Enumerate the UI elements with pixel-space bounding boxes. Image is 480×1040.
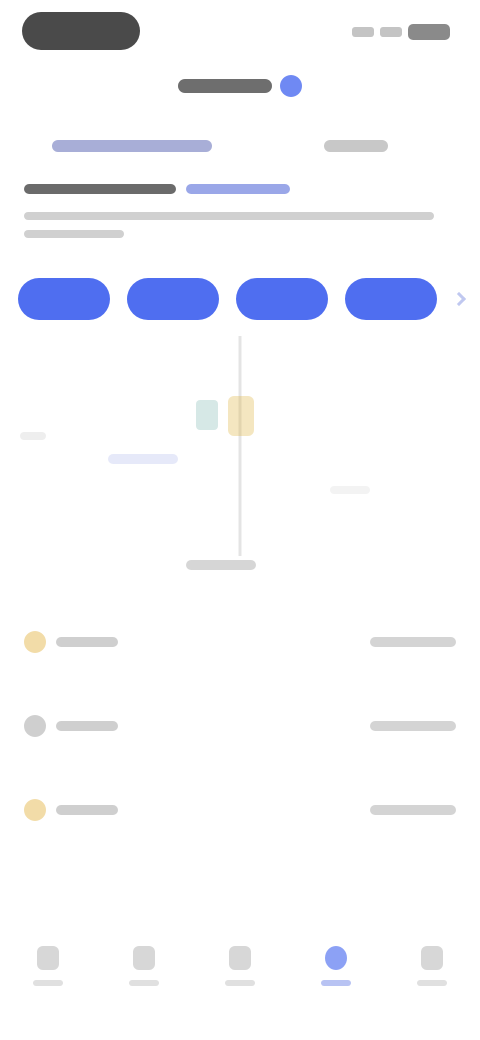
- tabbar-home[interactable]: [18, 946, 78, 1016]
- action-row: [18, 278, 480, 322]
- action-button-3[interactable]: [236, 278, 328, 320]
- action-button-2[interactable]: [127, 278, 219, 320]
- chart-legend-blur: [108, 454, 178, 464]
- summary-description: [24, 212, 454, 220]
- bottom-tab-bar: [0, 930, 480, 1040]
- chart-tick-right: [330, 486, 370, 494]
- asset-row[interactable]: [0, 600, 480, 684]
- balance-summary: [24, 184, 454, 238]
- action-button-1[interactable]: [18, 278, 110, 320]
- chart-marker-left: [196, 400, 218, 430]
- verified-badge-icon[interactable]: [280, 75, 302, 97]
- portfolio-chart: [0, 336, 480, 586]
- coin-icon: [24, 631, 46, 653]
- segment-tabs: [40, 132, 440, 162]
- signal-icon: [352, 27, 374, 37]
- coin-icon: [24, 715, 46, 737]
- tabbar-profile[interactable]: [402, 946, 462, 1016]
- battery-icon: [408, 24, 450, 40]
- asset-value: [370, 637, 456, 647]
- chart-tick-left: [20, 432, 46, 440]
- chart-caption-bar: [186, 560, 256, 570]
- summary-description-line2: [24, 230, 124, 238]
- chevron-right-icon: [451, 291, 467, 307]
- asset-row[interactable]: [0, 684, 480, 768]
- balance-change: [186, 184, 290, 194]
- tab-secondary[interactable]: [324, 140, 388, 152]
- chart-svg: [20, 336, 370, 556]
- nav-header: [0, 66, 480, 106]
- asset-value: [370, 721, 456, 731]
- asset-name: [56, 805, 118, 815]
- balance-headline: [24, 184, 176, 194]
- status-icons: [352, 24, 450, 40]
- wifi-icon: [380, 27, 402, 37]
- scroll-more[interactable]: [451, 278, 478, 320]
- dynamic-island: [22, 12, 140, 50]
- asset-row[interactable]: [0, 768, 480, 852]
- tabbar-wallet[interactable]: [306, 946, 366, 1016]
- chart-marker-center: [228, 396, 254, 436]
- chart-icon: [133, 946, 155, 970]
- coin-icon: [24, 799, 46, 821]
- home-icon: [37, 946, 59, 970]
- tabbar-trade[interactable]: [210, 946, 270, 1016]
- tab-primary[interactable]: [52, 140, 212, 152]
- page-title: [178, 79, 272, 93]
- wallet-icon: [325, 946, 347, 970]
- action-button-4[interactable]: [345, 278, 437, 320]
- asset-name: [56, 721, 118, 731]
- swap-icon: [229, 946, 251, 970]
- asset-name: [56, 637, 118, 647]
- profile-icon: [421, 946, 443, 970]
- status-bar: [0, 0, 480, 60]
- asset-value: [370, 805, 456, 815]
- asset-list: [0, 600, 480, 852]
- tabbar-markets[interactable]: [114, 946, 174, 1016]
